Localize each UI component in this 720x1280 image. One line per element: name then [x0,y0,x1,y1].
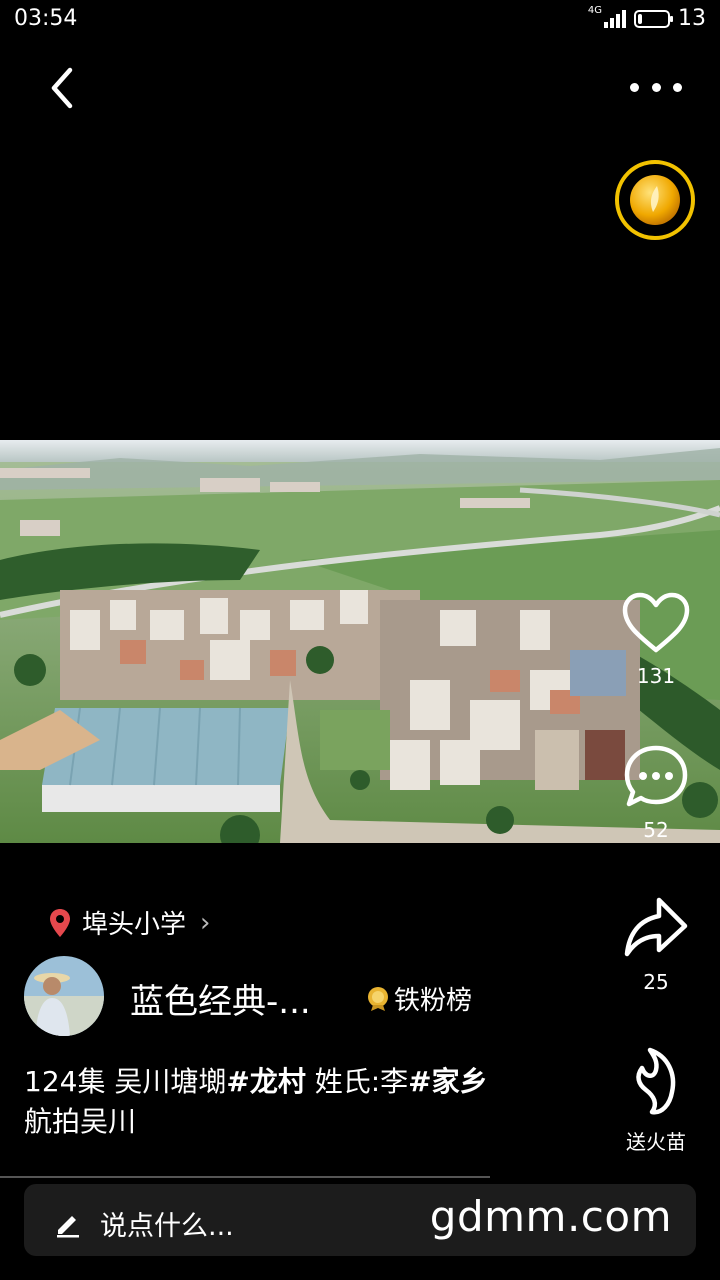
battery-level: 13 [678,6,706,31]
hashtag-link[interactable]: #家乡 [408,1065,487,1098]
share-count: 25 [643,970,669,994]
send-flame-label: 送火苗 [626,1130,686,1154]
share-button[interactable]: 25 [606,894,706,994]
pencil-icon [57,1215,79,1237]
comment-bubble-icon [624,745,688,807]
more-dot [673,82,682,92]
network-type: 4G [587,5,602,16]
medal-icon [368,986,388,1011]
fans-rank-label: 铁粉榜 [394,986,473,1016]
location-tag[interactable]: 埠头小学 › [48,904,210,941]
status-bar: 03:54 4G 13 [0,0,720,40]
comment-count: 52 [643,818,669,842]
battery-icon [634,9,673,28]
fans-rank-button[interactable]: 铁粉榜 [366,980,472,1017]
watermark: gdmm.com [429,1192,672,1241]
location-name: 埠头小学 [82,910,187,940]
signal-icon [604,9,626,28]
chevron-right-icon: › [200,907,211,938]
caption-text: 姓氏:李 [305,1065,409,1098]
more-dot [651,82,661,92]
more-dots-icon [630,82,639,92]
avatar[interactable] [24,956,104,1036]
gold-coin-icon [630,175,680,225]
more-options-button[interactable] [626,72,686,102]
avatar-image [24,956,104,1036]
like-button[interactable]: 131 [606,590,706,688]
progress-divider [0,1176,490,1178]
hashtag-link[interactable]: #龙村 [226,1065,305,1098]
comment-placeholder: 说点什么... [100,1211,234,1242]
status-indicators: 4G 13 [587,5,706,31]
status-time: 03:54 [14,6,78,31]
flame-icon [636,1047,676,1115]
author-name[interactable]: 蓝色经典-... [130,974,311,1023]
comment-button[interactable]: 52 [606,742,706,842]
heart-icon [622,592,690,653]
like-count: 131 [636,664,676,688]
caption-text: 航拍吴川 [24,1105,137,1138]
comment-bar[interactable]: 说点什么... gdmm.com [24,1184,696,1256]
battery-fill [638,13,642,24]
share-arrow-icon [624,897,688,957]
coin-reward-button[interactable] [615,160,695,240]
location-pin-icon [50,908,70,937]
video-caption: 124集 吴川塘㙟#龙村 姓氏:李#家乡 航拍吴川 [24,1062,584,1142]
chevron-left-icon [51,67,73,109]
caption-text: 124集 吴川塘㙟 [24,1065,227,1098]
back-button[interactable] [40,64,88,112]
send-flame-button[interactable]: 送火苗 [606,1044,706,1155]
comment-input[interactable]: 说点什么... [54,1204,234,1243]
